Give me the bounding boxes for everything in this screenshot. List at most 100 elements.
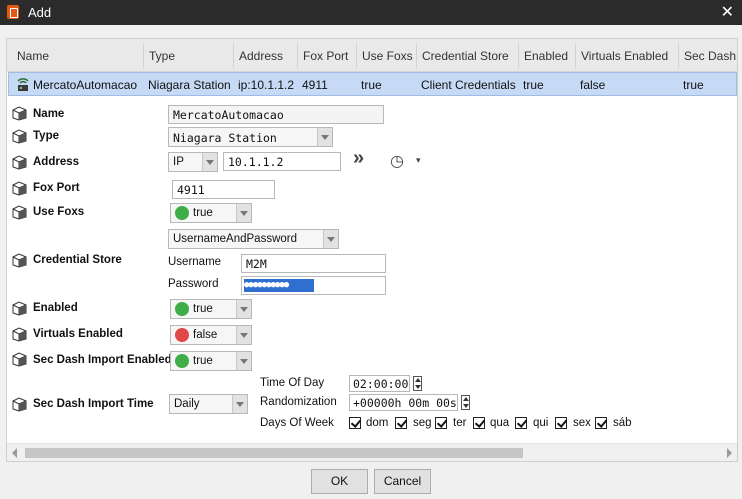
enabled-value: true (193, 303, 213, 315)
column-header-credential-store[interactable]: Credential Store (422, 49, 509, 63)
station-icon (15, 76, 31, 95)
history-menu-chevron-icon[interactable]: ▾ (416, 155, 421, 166)
chevron-down-icon (232, 395, 247, 413)
column-header-enabled[interactable]: Enabled (524, 49, 568, 63)
column-header-name[interactable]: Name (17, 49, 49, 63)
credential-store-label: Credential Store (33, 254, 122, 266)
chevron-down-icon (317, 128, 332, 146)
enabled-dropdown[interactable]: true (170, 299, 252, 319)
horizontal-scrollbar[interactable] (7, 443, 737, 461)
property-cube-icon (12, 129, 27, 144)
close-icon[interactable]: ✕ (721, 2, 734, 22)
status-true-icon (175, 206, 189, 220)
scroll-right-icon[interactable] (727, 448, 732, 458)
time-of-day-spinner[interactable] (413, 376, 422, 391)
time-of-day-label: Time Of Day (260, 377, 325, 389)
name-field[interactable]: MercatoAutomacao (168, 105, 384, 124)
address-scheme-dropdown[interactable]: IP (168, 152, 218, 172)
table-header: Name Type Address Fox Port Use Foxs Cred… (7, 39, 737, 72)
column-header-sec-dash[interactable]: Sec Dash (684, 49, 736, 63)
chevron-down-icon (202, 153, 217, 171)
randomization-label: Randomization (260, 396, 337, 408)
history-icon[interactable]: ◷ (390, 151, 404, 171)
username-label: Username (168, 256, 222, 268)
day-checkbox-qui[interactable] (515, 417, 527, 429)
row-name: MercatoAutomacao (33, 78, 138, 92)
frequency-value: Daily (174, 398, 200, 410)
enabled-label: Enabled (33, 302, 78, 314)
fox-port-label: Fox Port (33, 182, 80, 194)
sec-dash-import-enabled-value: true (193, 355, 213, 367)
frequency-dropdown[interactable]: Daily (169, 394, 248, 414)
row-virtuals-enabled: false (580, 78, 606, 92)
day-label-qui: qui (533, 417, 549, 429)
sec-dash-import-time-label: Sec Dash Import Time (33, 398, 154, 410)
password-label: Password (168, 278, 219, 290)
property-cube-icon (12, 253, 27, 268)
fox-port-input[interactable]: 4911 (172, 180, 275, 199)
scrollbar-thumb[interactable] (25, 448, 523, 458)
property-cube-icon (12, 352, 27, 367)
row-enabled: true (523, 78, 544, 92)
day-label-seg: seg (413, 417, 432, 429)
row-address: ip:10.1.1.2 (238, 78, 295, 92)
type-label: Type (33, 130, 59, 142)
ok-button[interactable]: OK (311, 469, 368, 494)
column-header-use-foxs[interactable]: Use Foxs (362, 49, 413, 63)
address-input[interactable]: 10.1.1.2 (223, 152, 341, 171)
column-header-virtuals-enabled[interactable]: Virtuals Enabled (581, 49, 668, 63)
day-checkbox-dom[interactable] (349, 417, 361, 429)
chevron-down-icon (323, 230, 338, 248)
day-label-dom: dom (366, 417, 389, 429)
column-header-type[interactable]: Type (149, 49, 175, 63)
add-dialog-panel: Name Type Address Fox Port Use Foxs Cred… (6, 38, 738, 462)
window-title: Add (28, 5, 52, 20)
property-cube-icon (12, 155, 27, 170)
sec-dash-import-enabled-dropdown[interactable]: true (170, 351, 252, 371)
day-checkbox-seg[interactable] (395, 417, 407, 429)
randomization-input[interactable]: +00000h 00m 00s (349, 394, 458, 411)
password-mask: ●●●●●●●●●● (244, 279, 314, 292)
title-bar: Add ✕ (0, 0, 742, 25)
randomization-spinner[interactable] (461, 395, 470, 410)
go-arrow-icon[interactable]: » (353, 147, 364, 170)
time-of-day-input[interactable]: 02:00:00 (349, 375, 410, 392)
property-cube-icon (12, 205, 27, 220)
column-header-fox-port[interactable]: Fox Port (303, 49, 348, 63)
sec-dash-import-enabled-label: Sec Dash Import Enabled (33, 354, 172, 366)
status-true-icon (175, 354, 189, 368)
chevron-down-icon (236, 326, 251, 344)
use-foxs-dropdown[interactable]: true (170, 203, 252, 223)
virtuals-enabled-dropdown[interactable]: false (170, 325, 252, 345)
use-foxs-value: true (193, 207, 213, 219)
day-checkbox-qua[interactable] (473, 417, 485, 429)
status-false-icon (175, 328, 189, 342)
day-label-sex: sex (573, 417, 591, 429)
day-label-sab: sáb (613, 417, 632, 429)
username-input[interactable]: M2M (241, 254, 386, 273)
type-dropdown[interactable]: Niagara Station (168, 127, 333, 147)
property-cube-icon (12, 327, 27, 342)
day-label-ter: ter (453, 417, 467, 429)
row-type: Niagara Station (148, 78, 231, 92)
column-header-address[interactable]: Address (239, 49, 283, 63)
property-cube-icon (12, 181, 27, 196)
status-true-icon (175, 302, 189, 316)
row-credential-store: Client Credentials (421, 78, 516, 92)
row-sec-dash: true (683, 78, 704, 92)
use-foxs-label: Use Foxs (33, 206, 85, 218)
cancel-button[interactable]: Cancel (374, 469, 431, 494)
chevron-down-icon (236, 300, 251, 318)
property-cube-icon (12, 106, 27, 121)
password-input[interactable]: ●●●●●●●●●● (241, 276, 386, 295)
day-checkbox-sab[interactable] (595, 417, 607, 429)
scroll-left-icon[interactable] (12, 448, 17, 458)
table-row[interactable]: MercatoAutomacao Niagara Station ip:10.1… (8, 72, 737, 96)
day-label-qua: qua (490, 417, 510, 429)
name-label: Name (33, 108, 65, 120)
credential-mode-dropdown[interactable]: UsernameAndPassword (168, 229, 339, 249)
day-checkbox-sex[interactable] (555, 417, 567, 429)
address-scheme-value: IP (173, 156, 184, 168)
day-checkbox-ter[interactable] (435, 417, 447, 429)
type-value: Niagara Station (173, 131, 277, 145)
